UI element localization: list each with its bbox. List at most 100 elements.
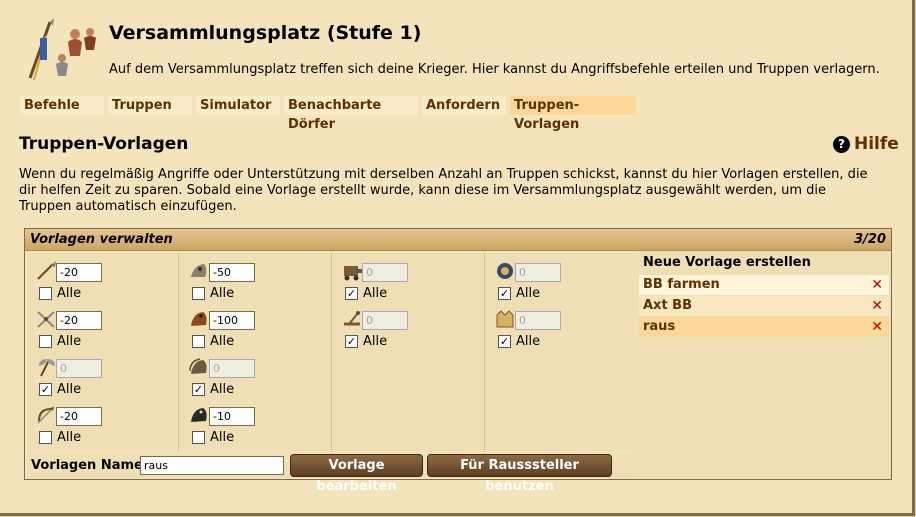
heavy-cavalry-icon xyxy=(191,408,207,422)
sword-all-checkbox[interactable] xyxy=(39,335,52,348)
unit-heavy-cavalry: Alle xyxy=(188,403,328,447)
use-for-raussteller-button[interactable]: Für Rausssteller benutzen xyxy=(427,454,612,494)
tab-anfordern[interactable]: Anfordern xyxy=(422,96,506,115)
delete-icon[interactable]: ✕ xyxy=(871,296,883,316)
mounted-archer-count-input[interactable] xyxy=(209,359,255,378)
section-title: Truppen-Vorlagen xyxy=(19,134,189,154)
light-cavalry-all-checkbox[interactable] xyxy=(192,335,205,348)
axe-icon xyxy=(39,359,55,377)
catapult-all-checkbox[interactable]: ✓ xyxy=(345,335,358,348)
template-item[interactable]: raus ✕ xyxy=(639,317,889,337)
template-count: 3/20 xyxy=(854,232,886,247)
archer-all-label: Alle xyxy=(57,430,82,445)
spear-all-label: Alle xyxy=(57,286,82,301)
mounted-archer-all-checkbox[interactable]: ✓ xyxy=(192,383,205,396)
paladin-icon xyxy=(497,263,513,279)
rally-point-icon xyxy=(28,18,96,81)
mounted-archer-icon xyxy=(189,358,207,374)
archer-icon xyxy=(37,406,55,424)
tab-simulator[interactable]: Simulator xyxy=(196,96,280,115)
light-cavalry-count-input[interactable] xyxy=(209,311,255,330)
template-item-label: Axt BB xyxy=(643,298,693,313)
archer-count-input[interactable] xyxy=(56,407,102,426)
help-label: Hilfe xyxy=(854,134,899,154)
heavy-cavalry-all-checkbox[interactable] xyxy=(192,431,205,444)
axe-count-input[interactable] xyxy=(56,359,102,378)
light-cavalry-icon xyxy=(191,312,207,326)
unit-column-4: ✓ Alle ✓ Alle xyxy=(486,253,638,452)
template-name-row: Vorlagen Name: Vorlage bearbeiten Für Ra… xyxy=(27,453,637,494)
heavy-cavalry-count-input[interactable] xyxy=(209,407,255,426)
template-name-input[interactable] xyxy=(140,456,284,475)
unit-archer: Alle xyxy=(35,403,175,447)
unit-spy: Alle xyxy=(188,259,328,303)
tab-benachbarte-doerfer[interactable]: Benachbarte Dörfer xyxy=(284,96,418,132)
new-template-link[interactable]: Neue Vorlage erstellen xyxy=(641,253,889,273)
template-list: Neue Vorlage erstellen BB farmen ✕ Axt B… xyxy=(637,251,891,479)
unit-nobleman: ✓ Alle xyxy=(494,307,634,351)
sword-all-label: Alle xyxy=(57,334,82,349)
unit-axe: ✓ Alle xyxy=(35,355,175,399)
help-icon: ? xyxy=(833,136,850,153)
unit-sword: Alle xyxy=(35,307,175,351)
template-item[interactable]: Axt BB ✕ xyxy=(639,296,889,316)
ram-icon xyxy=(344,266,362,281)
template-name-label: Vorlagen Name: xyxy=(31,458,149,473)
unit-spear: Alle xyxy=(35,259,175,303)
unit-catapult: ✓ Alle xyxy=(341,307,481,351)
unit-column-3: ✓ Alle ✓ Alle xyxy=(333,253,485,452)
sword-count-input[interactable] xyxy=(56,311,102,330)
delete-icon[interactable]: ✕ xyxy=(871,317,883,337)
unit-column-2: Alle Alle ✓ Alle A xyxy=(180,253,332,452)
page-frame: Versammlungsplatz (Stufe 1) Auf dem Vers… xyxy=(0,0,915,516)
light-cavalry-all-label: Alle xyxy=(210,334,235,349)
catapult-count-input[interactable] xyxy=(362,311,408,330)
nobleman-all-checkbox[interactable]: ✓ xyxy=(498,335,511,348)
nobleman-icon xyxy=(496,310,514,328)
tab-befehle[interactable]: Befehle xyxy=(20,96,104,115)
unit-mounted-archer: ✓ Alle xyxy=(188,355,328,399)
template-item[interactable]: BB farmen ✕ xyxy=(639,275,889,295)
paladin-all-label: Alle xyxy=(516,286,541,301)
unit-paladin: ✓ Alle xyxy=(494,259,634,303)
nobleman-count-input[interactable] xyxy=(515,311,561,330)
delete-icon[interactable]: ✕ xyxy=(871,275,883,295)
template-item-label: raus xyxy=(643,319,676,334)
page-description: Auf dem Versammlungsplatz treffen sich d… xyxy=(109,62,880,77)
unit-ram: ✓ Alle xyxy=(341,259,481,303)
unit-light-cavalry: Alle xyxy=(188,307,328,351)
template-item-label: BB farmen xyxy=(643,277,720,292)
spy-all-checkbox[interactable] xyxy=(192,287,205,300)
paladin-all-checkbox[interactable]: ✓ xyxy=(498,287,511,300)
spear-count-input[interactable] xyxy=(56,263,102,282)
paladin-count-input[interactable] xyxy=(515,263,561,282)
catapult-all-label: Alle xyxy=(363,334,388,349)
manage-header: Vorlagen verwalten 3/20 xyxy=(25,229,891,251)
archer-all-checkbox[interactable] xyxy=(39,431,52,444)
manage-title: Vorlagen verwalten xyxy=(30,232,173,247)
mounted-archer-all-label: Alle xyxy=(210,382,235,397)
ram-all-checkbox[interactable]: ✓ xyxy=(345,287,358,300)
ram-count-input[interactable] xyxy=(362,263,408,282)
spy-all-label: Alle xyxy=(210,286,235,301)
page-title: Versammlungsplatz (Stufe 1) xyxy=(109,22,422,44)
catapult-icon xyxy=(344,311,360,326)
heavy-cavalry-all-label: Alle xyxy=(210,430,235,445)
spy-count-input[interactable] xyxy=(209,263,255,282)
units-area: Alle Alle ✓ Alle A xyxy=(27,253,637,452)
spy-icon xyxy=(191,264,207,277)
ram-all-label: Alle xyxy=(363,286,388,301)
tab-truppen-vorlagen[interactable]: Truppen-Vorlagen xyxy=(510,96,636,132)
axe-all-checkbox[interactable]: ✓ xyxy=(39,383,52,396)
axe-all-label: Alle xyxy=(57,382,82,397)
intro-text: Wenn du regelmäßig Angriffe oder Unterst… xyxy=(19,167,868,214)
spear-all-checkbox[interactable] xyxy=(39,287,52,300)
manage-templates-panel: Vorlagen verwalten 3/20 Alle Alle xyxy=(24,228,892,494)
sword-icon xyxy=(37,311,55,328)
tab-truppen[interactable]: Truppen xyxy=(108,96,192,115)
spear-icon xyxy=(37,261,56,280)
help-link[interactable]: ? Hilfe xyxy=(833,134,899,154)
nobleman-all-label: Alle xyxy=(516,334,541,349)
unit-column-1: Alle Alle ✓ Alle A xyxy=(27,253,179,452)
edit-template-button[interactable]: Vorlage bearbeiten xyxy=(290,454,423,494)
